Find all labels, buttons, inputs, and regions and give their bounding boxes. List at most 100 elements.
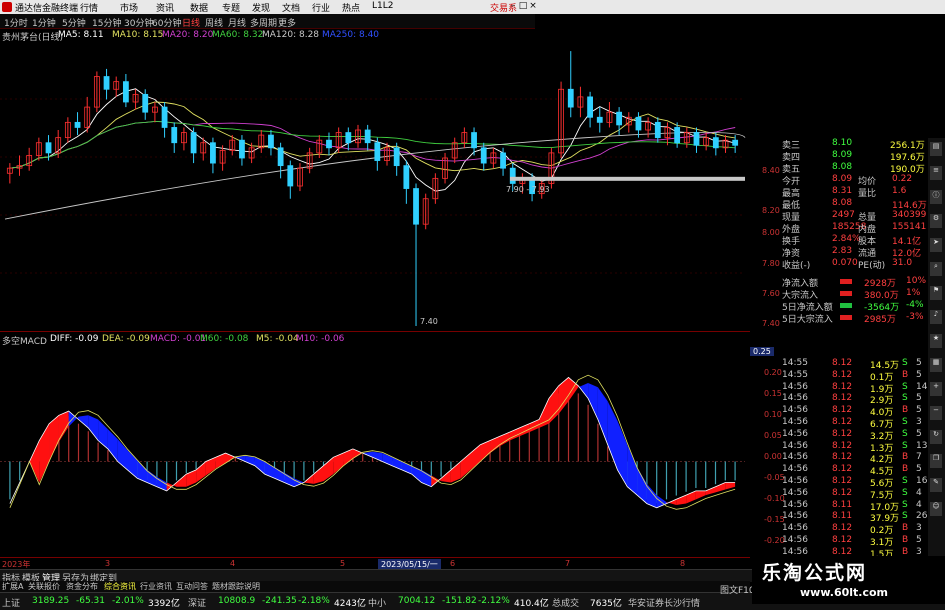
macd-band — [176, 474, 187, 487]
candle-body — [190, 132, 197, 154]
index-name[interactable]: 深证 — [188, 596, 206, 609]
list-icon[interactable]: ≡ — [930, 166, 942, 180]
ticker-row[interactable]: 14:56 8.12 2.9万 S 5 — [780, 393, 928, 406]
ticker-row[interactable]: 14:56 8.12 0.2万 B 3 — [780, 523, 928, 536]
arrow-icon[interactable]: ➤ — [930, 238, 942, 252]
price-scale: 8.40 8.20 8.00 7.80 7.60 7.40 — [750, 41, 780, 331]
index-name[interactable]: 上证 — [2, 596, 20, 609]
chart-icon[interactable]: ▤ — [930, 142, 942, 156]
trade-price: 8.12 — [832, 452, 853, 463]
gear-icon[interactable]: ⚙ — [930, 214, 942, 228]
candle-body — [732, 139, 739, 146]
maximize-icon[interactable]: □ — [518, 1, 528, 12]
refresh-icon[interactable]: ↻ — [930, 430, 942, 444]
info-tab[interactable]: 关联报价 — [28, 581, 60, 592]
app-name: 通达信金融终端 — [15, 4, 79, 14]
menu-item[interactable]: 热点 — [342, 1, 360, 14]
search-icon[interactable]: ⌕ — [930, 262, 942, 276]
ticker-row[interactable]: 14:56 8.11 17.0万 S 4 — [780, 499, 928, 513]
trade-side: B — [902, 452, 909, 463]
quote-value: 8.10 — [832, 138, 853, 148]
menu-item[interactable]: 数据 — [190, 1, 208, 14]
trade-time: 14:56 — [782, 499, 808, 510]
quote-value: 2497 — [832, 210, 855, 220]
menu-item[interactable]: 发现 — [252, 1, 270, 14]
period-tab[interactable]: 更多 — [278, 16, 296, 29]
ticker-row[interactable]: 14:56 8.12 7.5万 S 4 — [780, 488, 928, 501]
macd-chart[interactable] — [0, 345, 750, 565]
info-tab[interactable]: 题材跟踪说明 — [212, 581, 260, 592]
info-tab[interactable]: 行业资讯 — [140, 581, 172, 592]
bell-icon[interactable]: ♪ — [930, 310, 942, 324]
period-tab[interactable]: 月线 — [228, 16, 246, 29]
period-tab[interactable]: 日线 — [182, 16, 200, 29]
info-tab[interactable]: 资金分布 — [66, 581, 98, 592]
trade-time: 14:55 — [782, 358, 808, 368]
macd-scale: 0.25 0.20 0.15 0.10 0.05 0.00 -0.05 -0.10 -0.15-… — [750, 345, 785, 565]
menu-item[interactable]: 市场 — [120, 1, 138, 14]
minimize-icon[interactable]: – — [508, 1, 518, 12]
menu-item[interactable]: 文档 — [282, 1, 300, 14]
ticker-row[interactable]: 14:56 8.12 3.2万 S 5 — [780, 429, 928, 442]
grid-icon[interactable]: ▦ — [930, 358, 942, 372]
ticker-row[interactable]: 14:56 8.12 4.2万 B 7 — [780, 452, 928, 465]
trade-price: 8.11 — [832, 499, 853, 510]
period-tab[interactable]: 30分钟 — [124, 16, 153, 29]
info-tab[interactable]: 综合资讯 — [104, 581, 136, 592]
info-tab[interactable]: 扩展A — [2, 581, 23, 592]
trade-price: 8.12 — [832, 476, 853, 486]
ticker-row[interactable]: 14:56 8.12 4.0万 B 5 — [780, 405, 928, 418]
trade-side: S — [902, 393, 908, 404]
f10-label[interactable]: 图文F10 — [720, 583, 755, 596]
info-icon[interactable]: ⓘ — [930, 190, 942, 204]
quote-value: 8.08 — [832, 162, 853, 172]
star-icon[interactable]: ★ — [930, 334, 942, 348]
macd-band — [450, 461, 461, 483]
ticker-row[interactable]: 14:56 8.12 1.3万 S 13 — [780, 441, 928, 454]
date-label: 5 — [340, 559, 346, 568]
flow-bar — [840, 279, 852, 284]
menu-item[interactable]: L1L2 — [372, 1, 393, 11]
ticker-row[interactable]: 14:56 8.12 1.9万 S 14 — [780, 382, 928, 395]
ticker-row[interactable]: 14:56 8.12 5.6万 S 16 — [780, 476, 928, 489]
flag-icon[interactable]: ⚑ — [930, 286, 942, 300]
ticker-row[interactable]: 14:56 8.12 6.7万 S 3 — [780, 417, 928, 430]
menu-item[interactable]: 专题 — [222, 1, 240, 14]
book-icon[interactable]: ❐ — [930, 454, 942, 468]
quote-value: 8.08 — [832, 198, 853, 208]
broker-name: 华安证券长沙行情 — [628, 599, 701, 609]
minus-icon[interactable]: − — [930, 406, 942, 420]
candle-body — [587, 96, 593, 118]
trade-count: 5 — [916, 358, 922, 368]
candle-body — [74, 121, 81, 128]
flow-pct: 1% — [906, 288, 921, 298]
index-pct: -2.01% — [112, 596, 144, 606]
trade-side: B — [902, 369, 909, 380]
ticker-row[interactable]: 14:55 8.12 14.5万 S 5 — [780, 358, 928, 371]
menu-item[interactable]: 行情 — [80, 1, 98, 14]
plus-icon[interactable]: + — [930, 382, 942, 396]
period-tab[interactable]: 多周期 — [250, 16, 277, 29]
pen-icon[interactable]: ✎ — [930, 478, 942, 492]
period-tab[interactable]: 1分时 — [4, 16, 28, 29]
quote-row: 今开 8.09 均价 0.22 — [780, 174, 928, 187]
period-tab[interactable]: 周线 — [205, 16, 223, 29]
ticker-row[interactable]: 14:56 8.12 4.5万 B 5 — [780, 464, 928, 477]
trade-count: 5 — [916, 405, 922, 416]
trade-time: 14:56 — [782, 535, 808, 545]
ticker-row[interactable]: 14:56 8.11 37.9万 S 26 — [780, 511, 928, 524]
info-tab[interactable]: 互动问答 — [176, 581, 208, 592]
menu-item[interactable]: 行业 — [312, 1, 330, 14]
period-tab[interactable]: 1分钟 — [32, 16, 56, 29]
period-tab[interactable]: 60分钟 — [152, 16, 181, 29]
period-tab[interactable]: 5分钟 — [62, 16, 86, 29]
period-tab[interactable]: 15分钟 — [92, 16, 121, 29]
trade-ticker[interactable]: 14:55 8.12 14.5万 S 5 14:55 8.12 0.1万 B 5 14:56 8.12… — [780, 358, 928, 565]
menu-item[interactable]: 资讯 — [156, 1, 174, 14]
index-name[interactable]: 中小 — [368, 596, 386, 609]
ticker-row[interactable]: 14:55 8.12 0.1万 B 5 — [780, 369, 928, 383]
candlestick-chart[interactable]: 7.40 7.90 - 7.93 — [0, 41, 750, 331]
close-icon[interactable]: × — [528, 1, 538, 12]
ticker-row[interactable]: 14:56 8.12 3.1万 B 5 — [780, 535, 928, 548]
user-icon[interactable]: ☺ — [930, 502, 942, 516]
